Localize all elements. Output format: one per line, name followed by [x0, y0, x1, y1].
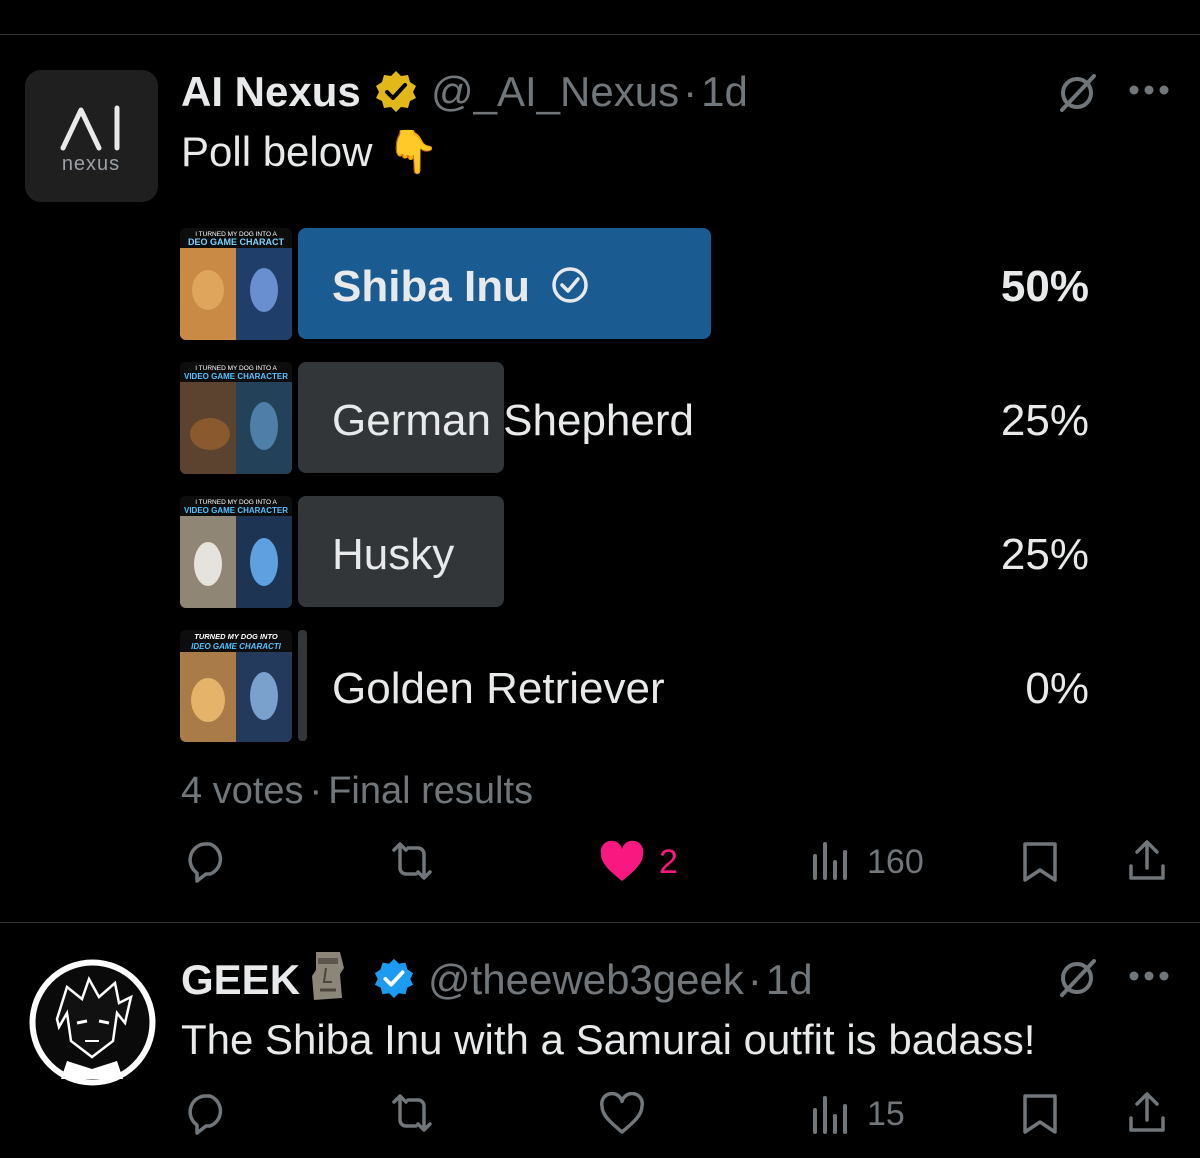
svg-text:VIDEO GAME CHARACTER: VIDEO GAME CHARACTER	[184, 372, 288, 381]
svg-text:I TURNED MY DOG INTO A: I TURNED MY DOG INTO A	[195, 365, 277, 372]
poll-option-thumbnail-husky: I TURNED MY DOG INTO A VIDEO GAME CHARAC…	[180, 496, 292, 608]
bookmark-icon[interactable]	[1020, 840, 1060, 884]
author-name[interactable]: GEEK	[181, 956, 300, 1004]
post-text: The Shiba Inu with a Samurai outfit is b…	[181, 1016, 1036, 1063]
avatar-ai-nexus[interactable]: nexus	[25, 70, 158, 202]
share-icon[interactable]	[1126, 1090, 1168, 1136]
post-divider	[0, 922, 1200, 923]
like-heart-icon[interactable]	[598, 1091, 646, 1136]
poll-percent-german-shepherd: 25%	[1000, 396, 1089, 445]
moai-emoji	[304, 948, 350, 1006]
poll-option-thumbnail-golden-retriever: TURNED MY DOG INTO IDEO GAME CHARACTI	[180, 630, 292, 742]
poll-status: Final results	[328, 770, 534, 812]
svg-text:TURNED MY DOG INTO: TURNED MY DOG INTO	[194, 632, 278, 641]
liked-heart-icon[interactable]	[598, 840, 646, 884]
poll-option-german-shepherd[interactable]: German Shepherd	[332, 396, 694, 446]
svg-text:DEO GAME CHARACT: DEO GAME CHARACT	[188, 237, 285, 247]
views-count: 160	[867, 843, 924, 881]
more-options-icon[interactable]	[1128, 964, 1172, 988]
poll-option-thumbnail-german-shepherd: I TURNED MY DOG INTO A VIDEO GAME CHARAC…	[180, 362, 292, 474]
verified-gold-badge-icon[interactable]	[373, 68, 419, 114]
author-handle[interactable]: @_AI_Nexus·1d	[431, 68, 748, 116]
bookmark-icon[interactable]	[1020, 1092, 1060, 1136]
winner-check-icon	[552, 267, 588, 303]
pointing-down-emoji: 👇	[386, 128, 439, 175]
poll-option-husky[interactable]: Husky	[332, 530, 454, 580]
poll-option-golden-retriever[interactable]: Golden Retriever	[332, 664, 665, 714]
reply-icon[interactable]	[184, 838, 230, 884]
views-count: 15	[867, 1095, 905, 1133]
grok-icon[interactable]	[1054, 70, 1100, 116]
repost-icon[interactable]	[386, 1090, 438, 1136]
poll-option-shiba-inu[interactable]: Shiba Inu	[332, 262, 590, 312]
views-icon[interactable]	[810, 1094, 852, 1136]
poll-percent-golden-retriever: 0%	[1025, 664, 1089, 713]
poll-percent-husky: 25%	[1000, 530, 1089, 579]
ai-nexus-logo: nexus	[60, 105, 120, 175]
avatar-geek[interactable]	[27, 957, 158, 1088]
svg-text:IDEO GAME CHARACTI: IDEO GAME CHARACTI	[191, 642, 282, 651]
like-count: 2	[659, 843, 678, 881]
reply-icon[interactable]	[184, 1090, 230, 1136]
author-handle[interactable]: @theeweb3geek·1d	[428, 956, 813, 1004]
repost-icon[interactable]	[386, 838, 438, 884]
top-divider	[0, 34, 1200, 35]
poll-meta: 4 votes · Final results	[181, 770, 534, 812]
svg-text:I TURNED MY DOG INTO A: I TURNED MY DOG INTO A	[195, 499, 277, 506]
grok-icon[interactable]	[1054, 955, 1100, 1001]
verified-blue-badge-icon[interactable]	[372, 956, 416, 1000]
svg-text:VIDEO GAME CHARACTER: VIDEO GAME CHARACTER	[184, 506, 288, 515]
views-icon[interactable]	[810, 840, 852, 882]
share-icon[interactable]	[1126, 838, 1168, 884]
more-options-icon[interactable]	[1128, 78, 1172, 102]
poll-percent-shiba-inu: 50%	[1000, 262, 1089, 311]
poll-vote-count: 4 votes	[181, 770, 304, 812]
post-text: Poll below 👇	[181, 128, 439, 175]
poll-bar-golden-retriever	[298, 630, 307, 741]
poll-option-thumbnail-shiba-inu: I TURNED MY DOG INTO A DEO GAME CHARACT	[180, 228, 292, 340]
svg-text:nexus: nexus	[62, 153, 120, 175]
author-name[interactable]: AI Nexus	[181, 68, 361, 116]
